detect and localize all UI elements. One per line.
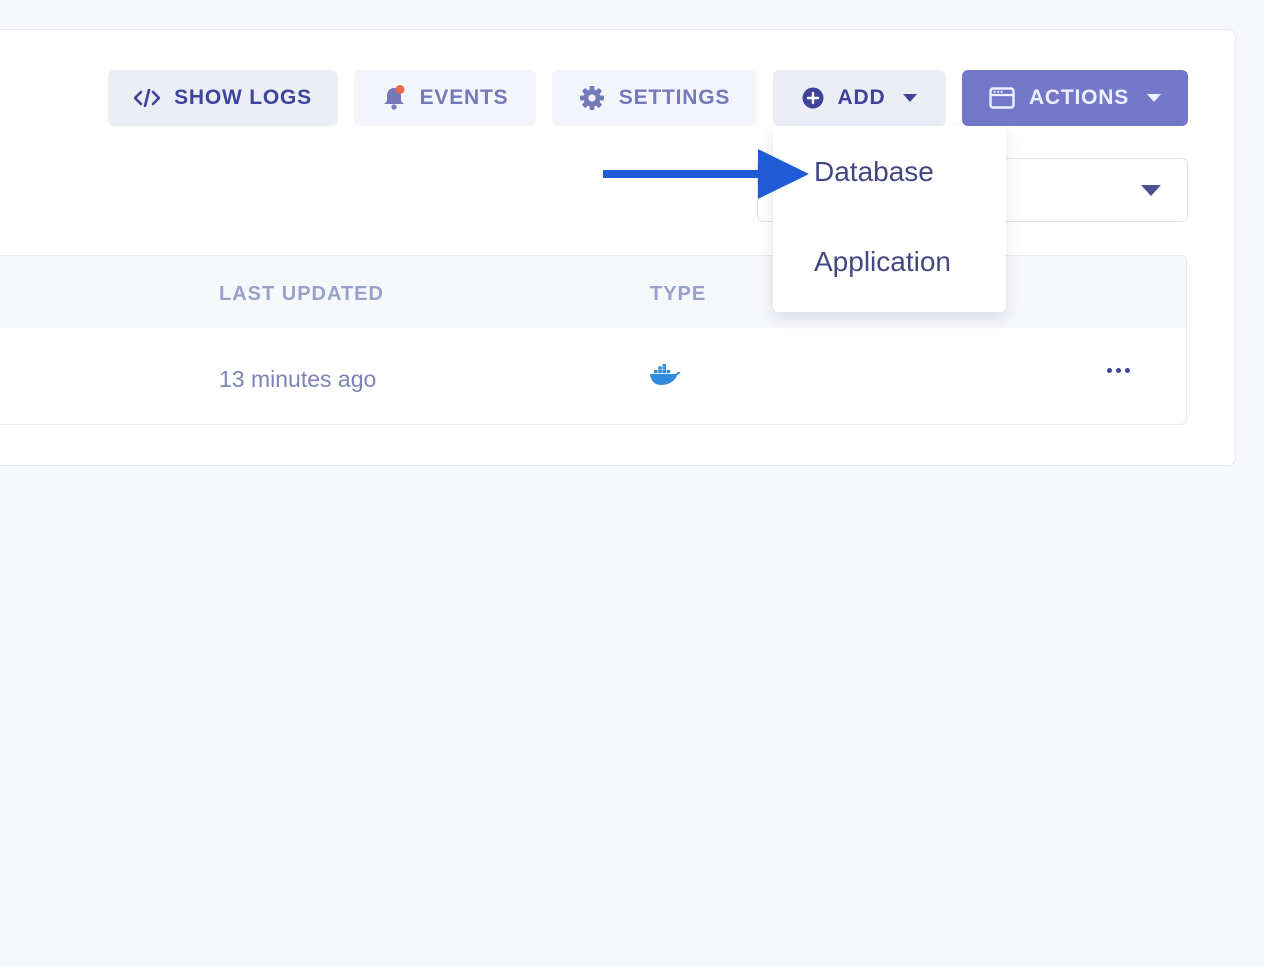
show-logs-label: SHOW LOGS — [174, 86, 312, 109]
resources-table: LAST UPDATED TYPE 13 minutes ago — [0, 255, 1187, 425]
more-options-button[interactable] — [1103, 364, 1134, 377]
menu-item-database[interactable]: Database — [814, 156, 934, 188]
column-header-type: TYPE — [650, 283, 707, 305]
settings-button[interactable]: SETTINGS — [552, 70, 757, 126]
last-updated-cell: 13 minutes ago — [219, 366, 377, 392]
actions-label: ACTIONS — [1028, 86, 1130, 109]
chevron-down-icon — [1141, 185, 1161, 196]
code-icon — [134, 89, 161, 107]
bell-icon — [382, 85, 406, 111]
settings-label: SETTINGS — [618, 86, 731, 109]
add-button[interactable]: ADD — [773, 70, 946, 126]
window-icon — [989, 87, 1015, 109]
chevron-down-icon — [1147, 94, 1162, 102]
chevron-down-icon — [903, 94, 918, 102]
docker-icon — [649, 364, 681, 391]
table-header: LAST UPDATED TYPE — [0, 256, 1186, 328]
add-label: ADD — [837, 86, 886, 109]
show-logs-button[interactable]: SHOW LOGS — [108, 70, 338, 126]
annotation-arrow-icon — [603, 149, 809, 199]
more-dot — [1125, 368, 1130, 373]
events-label: EVENTS — [419, 86, 509, 109]
plus-circle-icon — [802, 87, 824, 109]
actions-button[interactable]: ACTIONS — [962, 70, 1188, 126]
menu-item-application[interactable]: Application — [814, 246, 951, 278]
events-button[interactable]: EVENTS — [354, 70, 536, 126]
column-header-last-updated: LAST UPDATED — [219, 283, 384, 305]
gear-icon — [579, 85, 605, 111]
table-row[interactable]: 13 minutes ago — [0, 328, 1186, 424]
more-dot — [1116, 368, 1121, 373]
more-dot — [1107, 368, 1112, 373]
